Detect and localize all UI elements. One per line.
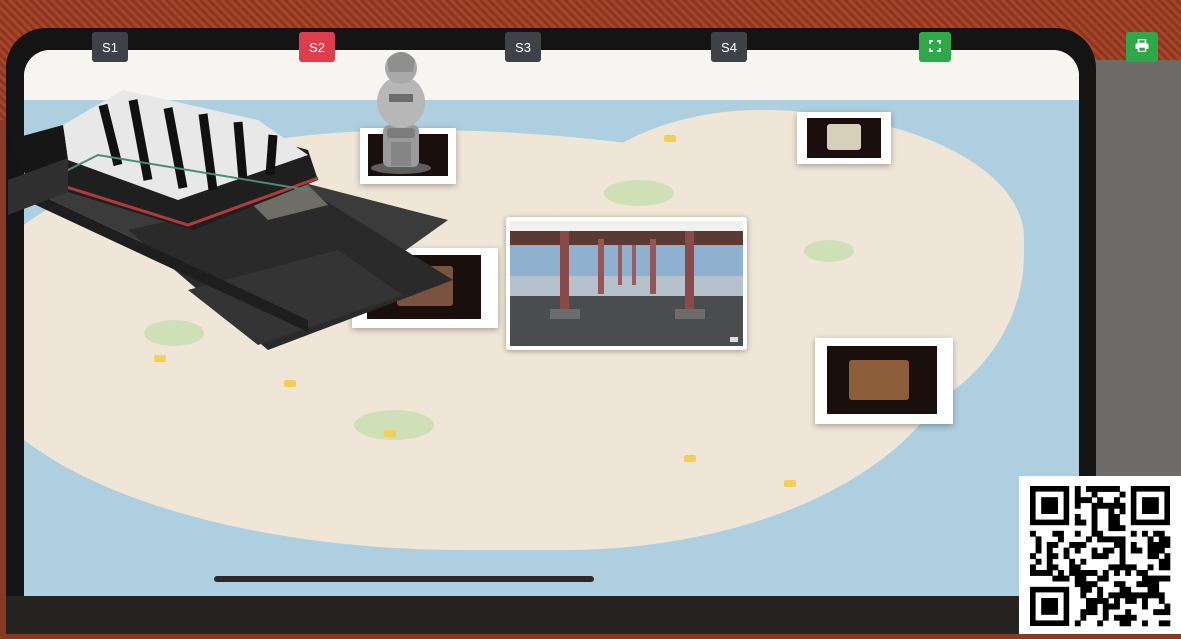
tablet-bottom-edge <box>6 596 1026 634</box>
pavilion-video-frame <box>510 221 743 346</box>
scene-2-button[interactable]: S2 <box>299 32 335 62</box>
map-road-marker <box>684 455 696 462</box>
scene-4-button[interactable]: S4 <box>711 32 747 62</box>
map-park <box>804 240 854 262</box>
map-road-marker <box>384 430 396 437</box>
print-button[interactable] <box>1126 32 1158 62</box>
tablet-home-indicator <box>214 576 594 582</box>
pavilion-video-panel[interactable] <box>506 217 747 350</box>
map-park <box>604 180 674 206</box>
fullscreen-button[interactable] <box>919 32 951 62</box>
map-road-marker <box>284 380 296 387</box>
ar-marker <box>815 338 953 424</box>
qr-code <box>1019 476 1181 634</box>
print-icon <box>1135 38 1149 55</box>
ar-marker <box>797 112 891 164</box>
fullscreen-icon <box>929 39 941 55</box>
qr-code-icon <box>1030 486 1171 627</box>
ar-camera-view <box>0 0 1181 634</box>
scene-3-button[interactable]: S3 <box>505 32 541 62</box>
scene-1-button[interactable]: S1 <box>92 32 128 62</box>
map-road-marker <box>784 480 796 487</box>
map-road-marker <box>664 135 676 142</box>
dol-hareubang-3d-model <box>371 52 431 174</box>
